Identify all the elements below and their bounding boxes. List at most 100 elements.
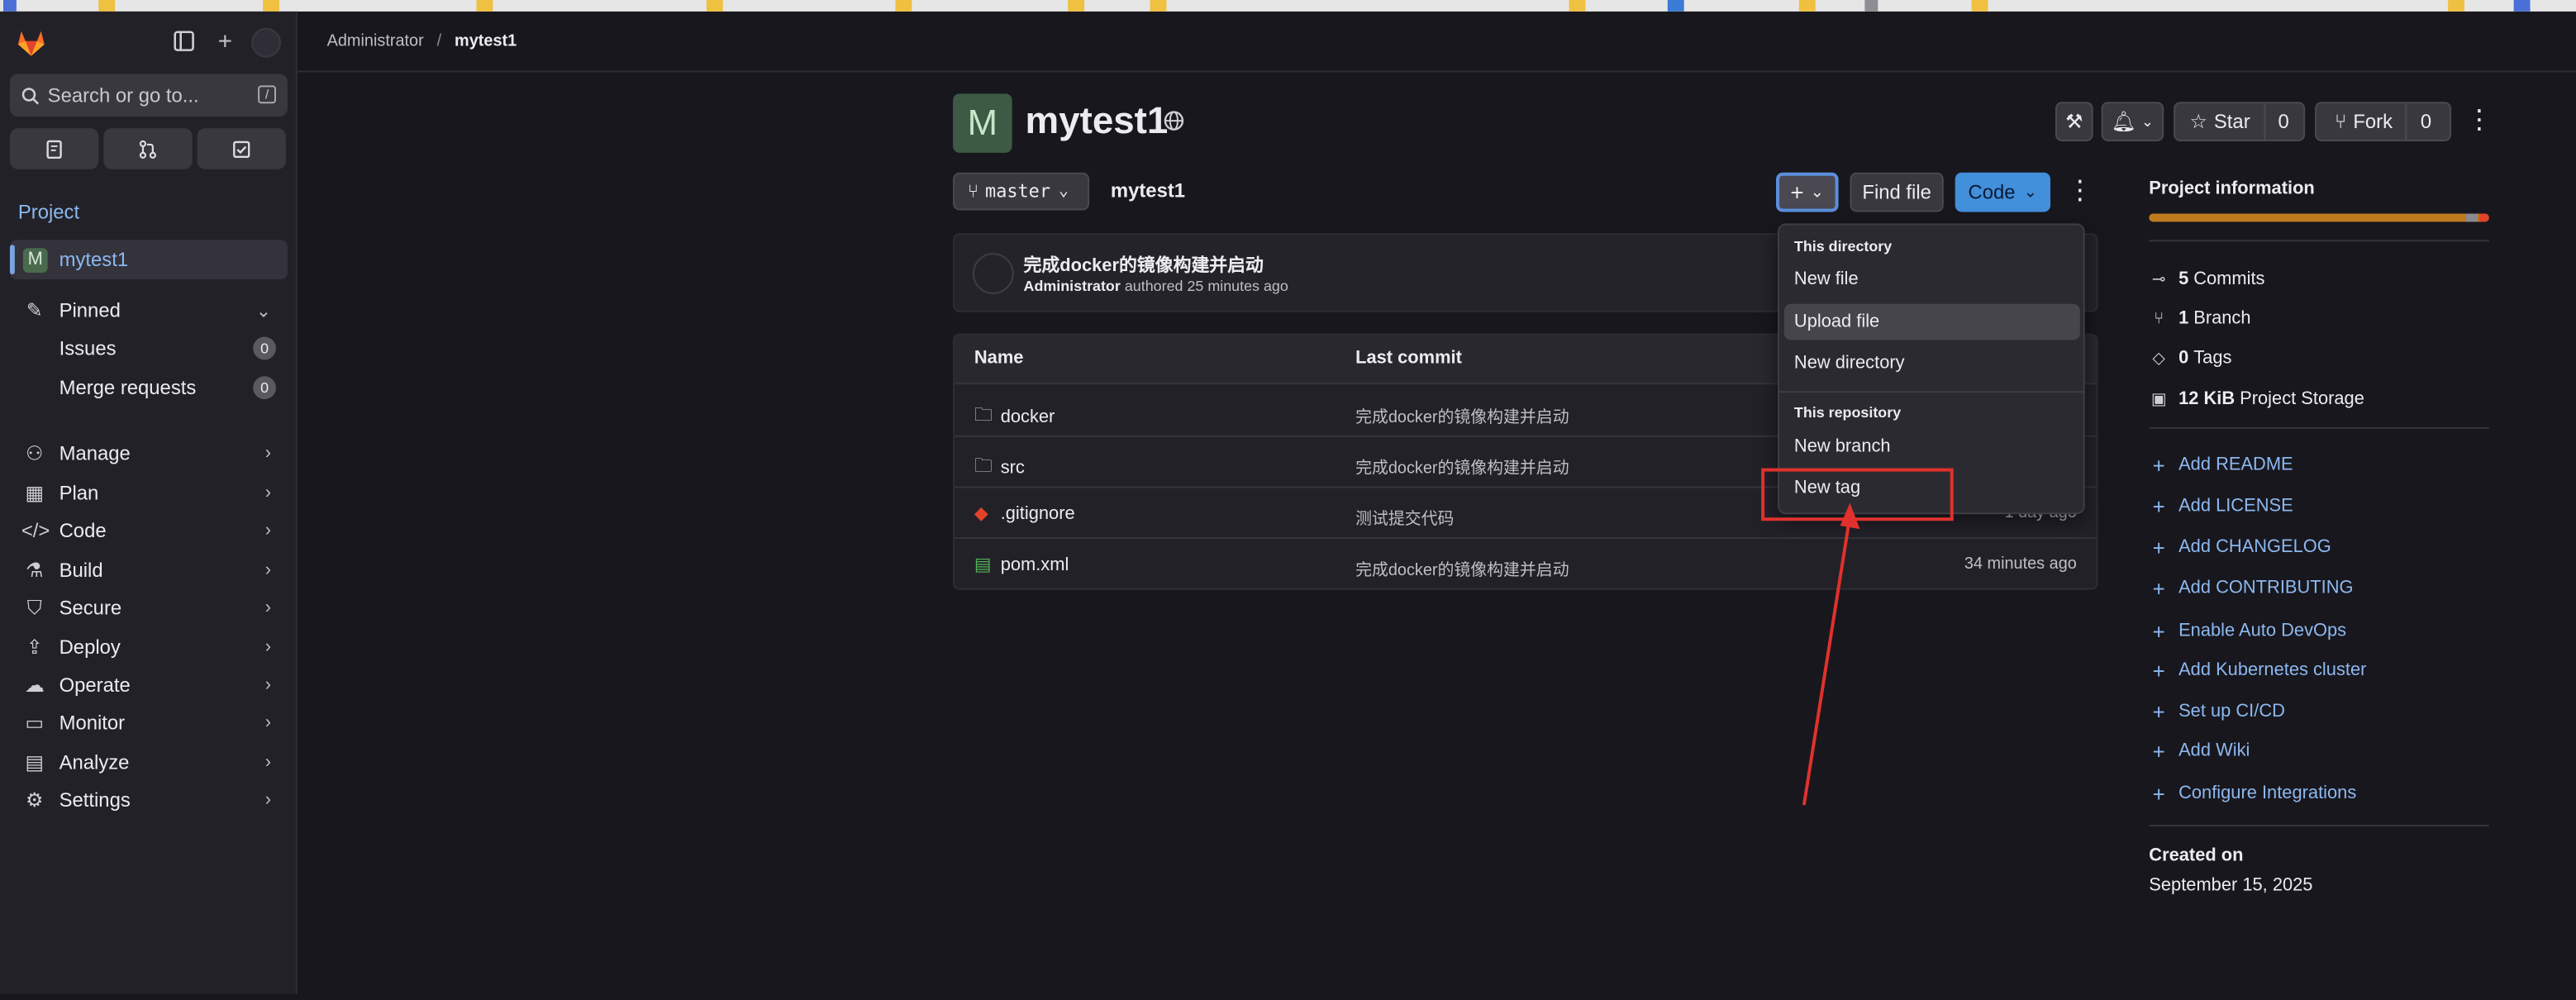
sidebar-item-build[interactable]: ⚗ Build ›: [21, 554, 284, 587]
sidebar-item-project[interactable]: M mytest1: [9, 240, 288, 279]
stat-value: 0: [2178, 348, 2189, 369]
dropdown-group-title: This repository: [1793, 404, 1902, 421]
language-bar[interactable]: [2149, 213, 2489, 222]
code-button-label: Code: [1968, 180, 2016, 204]
file-name[interactable]: .gitignore: [1001, 503, 1075, 523]
sidebar-item-label: Plan: [59, 481, 99, 505]
tags-stat[interactable]: ◇ 0 Tags: [2149, 345, 2232, 371]
commit-title[interactable]: 完成docker的镜像构建并启动: [1024, 251, 1264, 278]
bell-icon: 🔔︎: [2111, 110, 2137, 134]
star-button[interactable]: ☆ Star 0: [2174, 102, 2306, 141]
search-input[interactable]: Search or go to... /: [9, 74, 288, 117]
enable-auto-devops-link[interactable]: + Enable Auto DevOps: [2149, 617, 2346, 644]
plus-icon: +: [2152, 738, 2165, 764]
breadcrumb-current[interactable]: mytest1: [455, 32, 517, 50]
notifications-dropdown[interactable]: 🔔︎ ⌄: [2101, 102, 2164, 141]
sidebar-item-settings[interactable]: ⚙ Settings ›: [21, 783, 284, 817]
repo-path[interactable]: mytest1: [1111, 179, 1185, 202]
assigned-issues-button[interactable]: [9, 128, 99, 169]
add-contributing-link[interactable]: + Add CONTRIBUTING: [2149, 575, 2354, 602]
commit-author[interactable]: Administrator: [1024, 278, 1121, 294]
sidebar-item-manage[interactable]: ⚇ Manage ›: [21, 437, 284, 470]
add-wiki-link[interactable]: + Add Wiki: [2149, 738, 2250, 764]
issues-count-badge: 0: [253, 336, 276, 360]
stat-label: Branch: [2193, 308, 2251, 329]
add-changelog-link[interactable]: + Add CHANGELOG: [2149, 534, 2331, 560]
fork-button[interactable]: ⑂ Fork 0: [2315, 102, 2452, 141]
sidebar-item-monitor[interactable]: ▭ Monitor ›: [21, 707, 284, 740]
project-avatar: M: [953, 93, 1012, 153]
user-avatar[interactable]: [251, 27, 281, 58]
admin-settings-button[interactable]: ⚒: [2055, 102, 2093, 141]
pin-icon: ✎: [26, 298, 43, 322]
sidebar: + Search or go to... / Project M mytest1…: [0, 11, 298, 994]
commit-icon: ⊸: [2151, 270, 2166, 288]
table-row[interactable]: ▤ pom.xml 完成docker的镜像构建并启动 34 minutes ag…: [955, 539, 2097, 588]
branch-selector[interactable]: ⑂ master ⌄: [953, 172, 1090, 211]
file-name[interactable]: pom.xml: [1001, 555, 1069, 574]
upload-file-item[interactable]: Upload file: [1783, 303, 2080, 340]
todo-list-button[interactable]: [197, 128, 286, 169]
stat-value: 5: [2178, 269, 2189, 289]
file-name[interactable]: src: [1001, 458, 1025, 478]
gitlab-logo-icon[interactable]: [15, 26, 48, 60]
chevron-down-icon: ⌄: [255, 301, 272, 321]
sidebar-item-deploy[interactable]: ⇪ Deploy ›: [21, 631, 284, 664]
sidebar-item-merge-requests[interactable]: Merge requests 0: [60, 371, 284, 404]
stat-label: Project Storage: [2240, 389, 2364, 410]
sidebar-item-issues[interactable]: Issues 0: [60, 332, 284, 365]
column-name: Name: [974, 348, 1024, 369]
file-name[interactable]: docker: [1001, 407, 1055, 426]
add-kubernetes-cluster-link[interactable]: + Add Kubernetes cluster: [2149, 657, 2367, 683]
project-actions-kebab-icon[interactable]: ⋮: [2466, 107, 2493, 136]
storage-stat[interactable]: ▣ 12 KiB Project Storage: [2149, 386, 2364, 412]
branch-icon: ⑂: [2154, 309, 2164, 328]
set-up-cicd-link[interactable]: + Set up CI/CD: [2149, 698, 2285, 725]
sidebar-item-label: Code: [59, 519, 107, 543]
folder-icon: 🗀︎: [974, 456, 993, 477]
sidebar-item-analyze[interactable]: ▤ Analyze ›: [21, 746, 284, 779]
breadcrumb-parent[interactable]: Administrator: [327, 32, 424, 50]
merge-requests-button[interactable]: [103, 128, 193, 169]
add-to-tree-button[interactable]: + ⌄: [1776, 172, 1839, 212]
commit-author-avatar[interactable]: [972, 253, 1014, 294]
code-dropdown-button[interactable]: Code ⌄: [1955, 172, 2051, 212]
file-commit[interactable]: 完成docker的镜像构建并启动: [1355, 402, 1569, 427]
fork-count[interactable]: 0: [2405, 103, 2445, 140]
sidebar-item-code[interactable]: </> Code ›: [21, 514, 284, 547]
commits-stat[interactable]: ⊸ 5 Commits: [2149, 266, 2265, 293]
sidebar-item-label: Deploy: [59, 636, 121, 660]
link-label: Set up CI/CD: [2178, 701, 2285, 721]
chevron-right-icon: ›: [264, 443, 272, 464]
sidebar-item-operate[interactable]: ☁ Operate ›: [21, 669, 284, 702]
configure-integrations-link[interactable]: + Configure Integrations: [2149, 780, 2357, 807]
branches-stat[interactable]: ⑂ 1 Branch: [2149, 306, 2250, 332]
star-count[interactable]: 0: [2263, 103, 2302, 140]
new-file-item[interactable]: New file: [1784, 261, 2080, 298]
new-directory-item[interactable]: New directory: [1784, 345, 2080, 381]
chevron-down-icon: ⌄: [1058, 182, 1069, 201]
sidebar-item-plan[interactable]: ▦ Plan ›: [21, 477, 284, 510]
search-shortcut-key: /: [258, 85, 276, 104]
add-license-link[interactable]: + Add LICENSE: [2149, 493, 2293, 519]
sidebar-item-pinned[interactable]: ✎ Pinned ⌄: [21, 294, 284, 327]
sidebar-item-label: Pinned: [59, 298, 121, 322]
chevron-right-icon: ›: [264, 483, 272, 503]
create-new-icon[interactable]: +: [212, 29, 238, 56]
file-commit[interactable]: 完成docker的镜像构建并启动: [1355, 555, 1569, 580]
language-bar-segment: [2478, 213, 2489, 222]
fork-button-content: ⑂ Fork: [2321, 110, 2406, 133]
file-commit[interactable]: 完成docker的镜像构建并启动: [1355, 454, 1569, 479]
sidebar-item-secure[interactable]: ⛉ Secure ›: [21, 592, 284, 625]
find-file-button[interactable]: Find file: [1850, 172, 1944, 212]
plus-icon: +: [2152, 575, 2165, 601]
add-readme-link[interactable]: + Add README: [2149, 452, 2293, 479]
code-icon: </>: [21, 519, 50, 543]
file-commit[interactable]: 测试提交代码: [1355, 504, 1454, 529]
stat-label: Commits: [2193, 269, 2265, 289]
repo-actions-kebab-icon[interactable]: ⋮: [2067, 178, 2093, 207]
rocket-icon: ⚗: [26, 558, 44, 582]
chevron-right-icon: ›: [264, 560, 272, 580]
new-branch-item[interactable]: New branch: [1784, 429, 2080, 465]
sidebar-toggle-icon[interactable]: [171, 30, 198, 56]
